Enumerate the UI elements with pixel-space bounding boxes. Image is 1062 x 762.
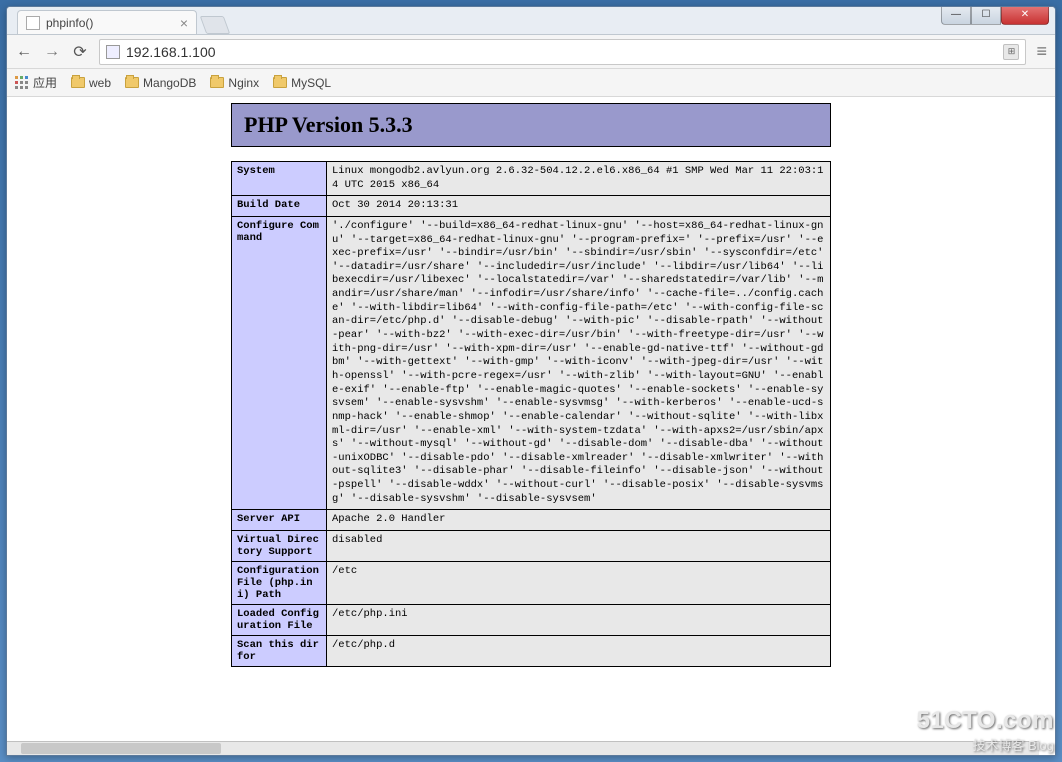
bookmark-folder-web[interactable]: web	[71, 76, 111, 90]
folder-icon	[273, 77, 287, 88]
row-label: Configure Command	[232, 216, 327, 509]
row-value: Apache 2.0 Handler	[327, 510, 831, 531]
table-row: Scan this dir for/etc/php.d	[232, 636, 831, 667]
horizontal-scrollbar[interactable]	[7, 741, 1039, 755]
scrollbar-thumb[interactable]	[21, 743, 221, 754]
row-value: /etc	[327, 562, 831, 605]
row-value: Oct 30 2014 20:13:31	[327, 196, 831, 217]
bookmark-folder-mangodb[interactable]: MangoDB	[125, 76, 196, 90]
table-row: Virtual Directory Supportdisabled	[232, 531, 831, 562]
browser-tab[interactable]: phpinfo() ×	[17, 10, 197, 34]
row-label: Scan this dir for	[232, 636, 327, 667]
bookmark-label: MySQL	[291, 76, 331, 90]
folder-icon	[210, 77, 224, 88]
bookmark-folder-mysql[interactable]: MySQL	[273, 76, 331, 90]
back-button[interactable]: ←	[15, 43, 33, 61]
row-label: Configuration File (php.ini) Path	[232, 562, 327, 605]
table-row: Configuration File (php.ini) Path/etc	[232, 562, 831, 605]
content-viewport: PHP Version 5.3.3 SystemLinux mongodb2.a…	[7, 97, 1055, 755]
reload-button[interactable]: ⟳	[71, 43, 89, 61]
bookmark-label: MangoDB	[143, 76, 196, 90]
php-version-header: PHP Version 5.3.3	[231, 103, 831, 147]
menu-button[interactable]: ≡	[1036, 41, 1047, 62]
tab-strip: phpinfo() ×	[7, 7, 1055, 35]
page-content: PHP Version 5.3.3 SystemLinux mongodb2.a…	[7, 97, 1055, 741]
toolbar: ← → ⟳ 192.168.1.100 ⊞ ≡	[7, 35, 1055, 69]
bookmark-label: Nginx	[228, 76, 259, 90]
folder-icon	[71, 77, 85, 88]
table-row: SystemLinux mongodb2.avlyun.org 2.6.32-5…	[232, 162, 831, 196]
row-label: System	[232, 162, 327, 196]
row-value: /etc/php.ini	[327, 605, 831, 636]
table-row: Server APIApache 2.0 Handler	[232, 510, 831, 531]
url-text: 192.168.1.100	[126, 44, 216, 60]
row-label: Loaded Configuration File	[232, 605, 327, 636]
tab-close-icon[interactable]: ×	[180, 15, 188, 31]
tab-title: phpinfo()	[46, 16, 93, 30]
translate-icon[interactable]: ⊞	[1003, 44, 1019, 60]
phpinfo-table: SystemLinux mongodb2.avlyun.org 2.6.32-5…	[231, 161, 831, 667]
row-label: Build Date	[232, 196, 327, 217]
close-button[interactable]: ✕	[1001, 6, 1049, 25]
table-row: Configure Command'./configure' '--build=…	[232, 216, 831, 509]
row-label: Server API	[232, 510, 327, 531]
maximize-button[interactable]: ☐	[971, 6, 1001, 25]
apps-label: 应用	[33, 74, 57, 91]
row-value: './configure' '--build=x86_64-redhat-lin…	[327, 216, 831, 509]
minimize-button[interactable]: —	[941, 6, 971, 25]
browser-window: — ☐ ✕ phpinfo() × ← → ⟳ 192.168.1.100 ⊞ …	[6, 6, 1056, 756]
bookmark-label: web	[89, 76, 111, 90]
phpinfo-container: PHP Version 5.3.3 SystemLinux mongodb2.a…	[231, 103, 831, 667]
row-value: Linux mongodb2.avlyun.org 2.6.32-504.12.…	[327, 162, 831, 196]
table-row: Build DateOct 30 2014 20:13:31	[232, 196, 831, 217]
favicon-icon	[26, 16, 40, 30]
bookmarks-bar: 应用 web MangoDB Nginx MySQL	[7, 69, 1055, 97]
row-value: disabled	[327, 531, 831, 562]
window-controls: — ☐ ✕	[941, 6, 1049, 25]
table-row: Loaded Configuration File/etc/php.ini	[232, 605, 831, 636]
row-value: /etc/php.d	[327, 636, 831, 667]
apps-shortcut[interactable]: 应用	[15, 74, 57, 91]
bookmark-folder-nginx[interactable]: Nginx	[210, 76, 259, 90]
forward-button[interactable]: →	[43, 43, 61, 61]
row-label: Virtual Directory Support	[232, 531, 327, 562]
folder-icon	[125, 77, 139, 88]
site-info-icon[interactable]	[106, 45, 120, 59]
apps-icon	[15, 76, 29, 90]
address-bar[interactable]: 192.168.1.100 ⊞	[99, 39, 1026, 65]
new-tab-button[interactable]	[200, 16, 231, 34]
